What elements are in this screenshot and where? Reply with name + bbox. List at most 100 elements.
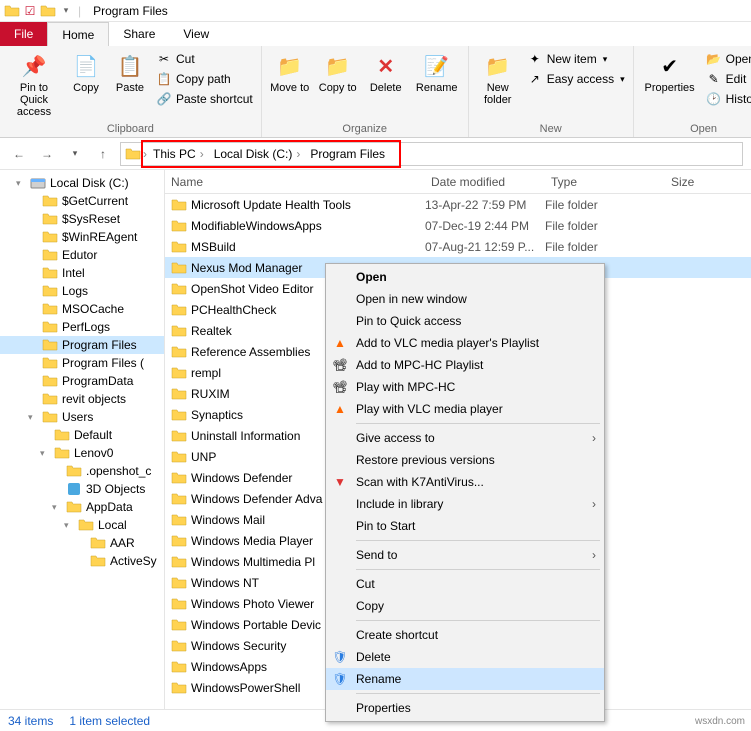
properties-button[interactable]: ✔Properties [640,50,700,108]
header-date[interactable]: Date modified [425,175,545,189]
menu-item[interactable]: 🛡Delete [326,646,604,668]
file-name: UNP [191,450,216,464]
copy-to-button[interactable]: 📁Copy to [316,50,360,94]
tree-item[interactable]: ▾AppData [0,498,164,516]
address-bar[interactable]: › This PC› Local Disk (C:)› Program File… [120,142,743,166]
menu-item[interactable]: 📽Play with MPC-HC [326,376,604,398]
file-row[interactable]: Microsoft Update Health Tools13-Apr-22 7… [165,194,751,215]
tree-item[interactable]: ActiveSy [0,552,164,570]
copy-button[interactable]: 📄Copy [66,50,106,118]
header-name[interactable]: Name [165,175,425,189]
tree-item[interactable]: Program Files [0,336,164,354]
tree-item[interactable]: Edutor [0,246,164,264]
tree-item[interactable]: ▾Lenov0 [0,444,164,462]
copy-path-button[interactable]: 📋Copy path [154,70,255,88]
history-button[interactable]: 🕑History [704,90,751,108]
expand-icon[interactable]: ▾ [40,448,50,459]
expand-icon[interactable]: ▾ [52,502,62,513]
delete-button[interactable]: ✕Delete [364,50,408,94]
file-row[interactable]: ModifiableWindowsApps07-Dec-19 2:44 PMFi… [165,215,751,236]
folder-icon [171,407,187,423]
menu-item[interactable]: ▲Add to VLC media player's Playlist [326,332,604,354]
menu-item[interactable]: ▼Scan with K7AntiVirus... [326,471,604,493]
tree-item[interactable]: .openshot_c [0,462,164,480]
tree-item[interactable]: $SysReset [0,210,164,228]
tree-item[interactable]: Logs [0,282,164,300]
menu-item[interactable]: Pin to Quick access [326,310,604,332]
paste-shortcut-button[interactable]: 🔗Paste shortcut [154,90,255,108]
breadcrumb-item[interactable]: Local Disk (C:)› [210,147,305,161]
expand-icon[interactable]: ▾ [28,412,38,423]
header-type[interactable]: Type [545,175,665,189]
column-headers[interactable]: Name Date modified Type Size [165,170,751,194]
tree-item[interactable]: MSOCache [0,300,164,318]
tree-item[interactable]: ▾Local Disk (C:) [0,174,164,192]
tree-item[interactable]: AAR [0,534,164,552]
menu-item[interactable]: 📽Add to MPC-HC Playlist [326,354,604,376]
menu-item[interactable]: Properties [326,697,604,719]
easy-access-button[interactable]: ↗Easy access▾ [525,70,627,88]
menu-item[interactable]: Copy [326,595,604,617]
tree-item[interactable]: Program Files ( [0,354,164,372]
tree-item[interactable]: Default [0,426,164,444]
qat-folder-icon[interactable] [40,3,56,19]
menu-item[interactable]: 🛡Rename [326,668,604,690]
breadcrumb-item[interactable]: This PC› [149,147,208,161]
expand-icon[interactable]: ▾ [16,178,26,189]
qat-check-icon[interactable]: ☑ [22,3,38,19]
menu-item[interactable]: Restore previous versions [326,449,604,471]
menu-item[interactable]: Open in new window [326,288,604,310]
tree-item[interactable]: $GetCurrent [0,192,164,210]
tab-share[interactable]: Share [109,22,169,46]
paste-button[interactable]: 📋Paste [110,50,150,118]
tab-home[interactable]: Home [47,22,109,46]
breadcrumb-item[interactable]: Program Files [306,147,389,161]
menu-item[interactable]: Open [326,266,604,288]
new-folder-button[interactable]: 📁New folder [475,50,521,106]
expand-icon[interactable]: ▾ [64,520,74,531]
folder-icon [171,428,187,444]
forward-button[interactable]: → [36,143,58,165]
tree-item[interactable]: ▾Users [0,408,164,426]
file-name: WindowsApps [191,660,267,674]
file-type: File folder [545,198,665,212]
tree-item[interactable]: PerfLogs [0,318,164,336]
chevron-right-icon[interactable]: › [143,147,147,161]
header-size[interactable]: Size [665,175,751,189]
menu-item[interactable]: Cut [326,573,604,595]
rename-button[interactable]: 📝Rename [412,50,462,94]
menu-label: Add to MPC-HC Playlist [356,358,596,372]
up-button[interactable]: ↑ [92,143,114,165]
tree-item[interactable]: ProgramData [0,372,164,390]
recent-dropdown[interactable]: ▾ [64,143,86,165]
file-name: Windows Security [191,639,286,653]
qat-dropdown-icon[interactable]: ▾ [58,3,74,19]
tree-item[interactable]: Intel [0,264,164,282]
open-button[interactable]: 📂Open▾ [704,50,751,68]
back-button[interactable]: ← [8,143,30,165]
pin-quick-access-button[interactable]: 📌Pin to Quick access [6,50,62,118]
edit-button[interactable]: ✎Edit [704,70,751,88]
nav-tree[interactable]: ▾Local Disk (C:)$GetCurrent$SysReset$Win… [0,170,165,709]
menu-item[interactable]: Include in library› [326,493,604,515]
tree-item[interactable]: 3D Objects [0,480,164,498]
new-item-button[interactable]: ✦New item▾ [525,50,627,68]
menu-item[interactable]: Pin to Start [326,515,604,537]
menu-item[interactable]: Give access to› [326,427,604,449]
move-icon: 📁 [276,52,304,80]
move-to-button[interactable]: 📁Move to [268,50,312,94]
file-name: Reference Assemblies [191,345,310,359]
tab-view[interactable]: View [169,22,223,46]
menu-item[interactable]: Send to› [326,544,604,566]
chevron-right-icon: › [592,431,596,445]
tab-file[interactable]: File [0,22,47,46]
tree-item[interactable]: revit objects [0,390,164,408]
file-row[interactable]: MSBuild07-Aug-21 12:59 P...File folder [165,236,751,257]
file-name: rempl [191,366,221,380]
tree-item[interactable]: $WinREAgent [0,228,164,246]
menu-item[interactable]: Create shortcut [326,624,604,646]
cut-button[interactable]: ✂Cut [154,50,255,68]
tree-item[interactable]: ▾Local [0,516,164,534]
menu-item[interactable]: ▲Play with VLC media player [326,398,604,420]
window-title: Program Files [93,4,168,18]
